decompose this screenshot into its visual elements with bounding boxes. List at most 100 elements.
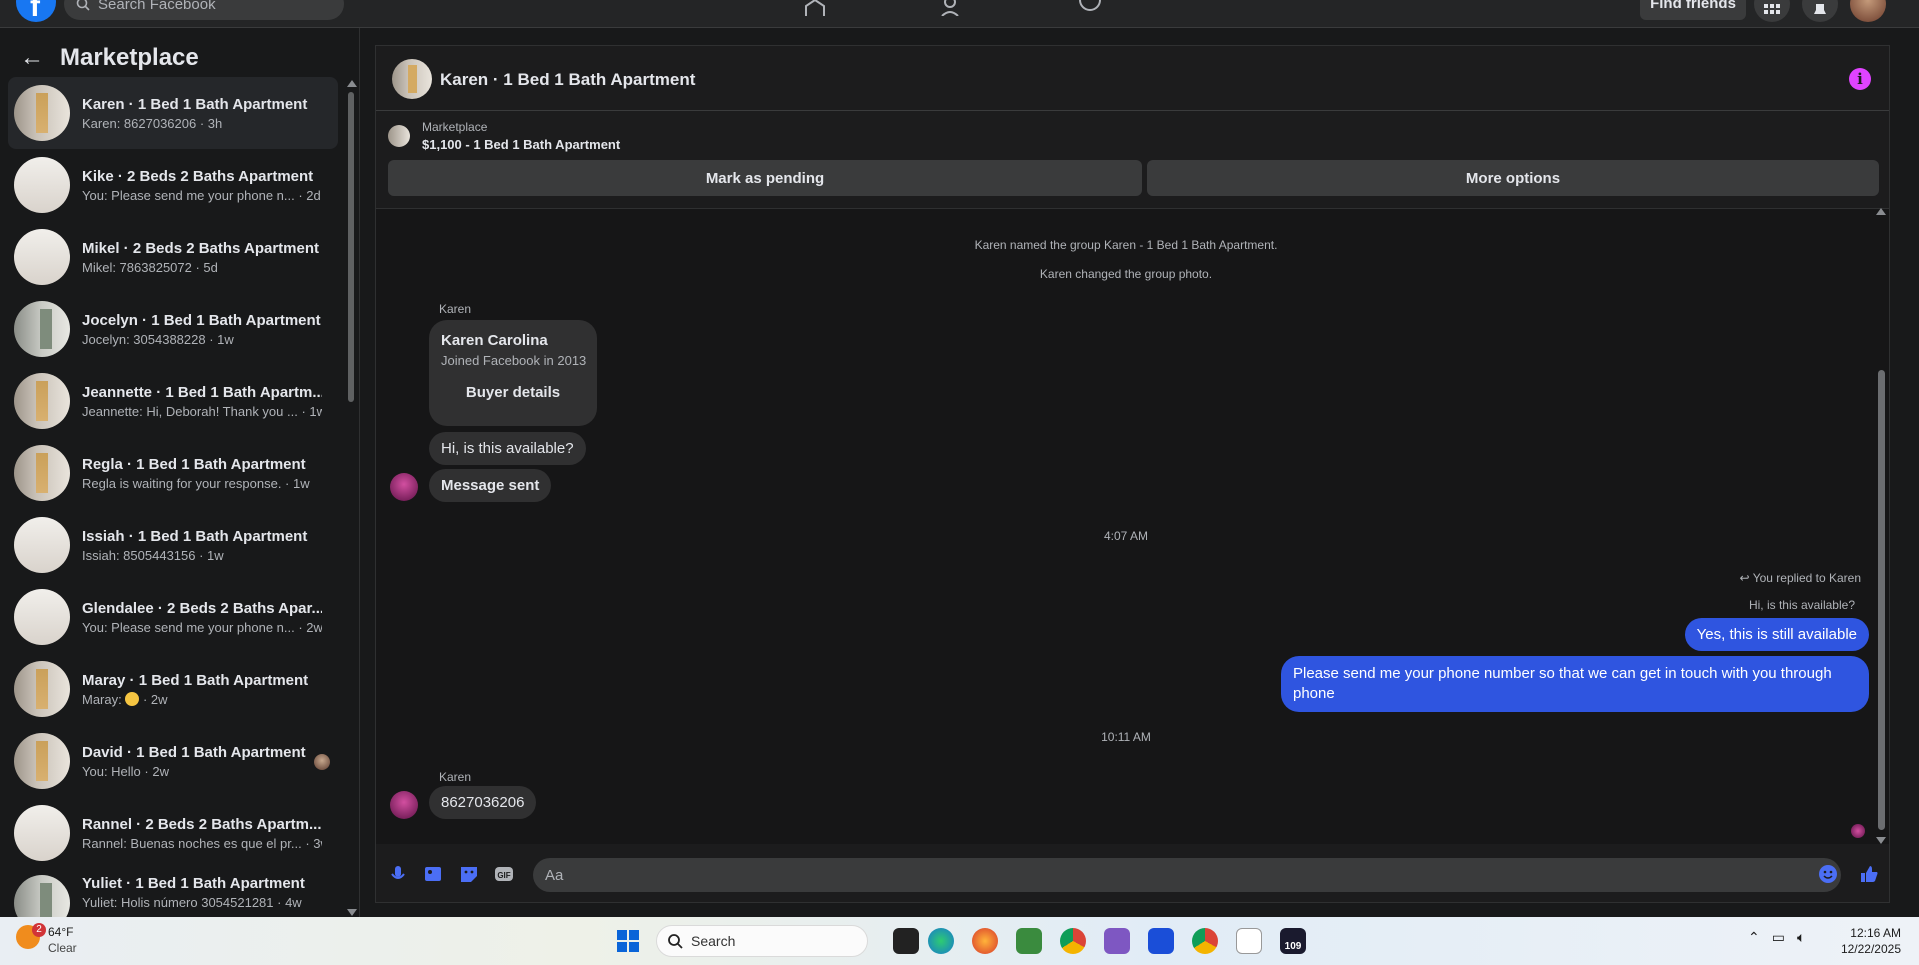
listing-title: $1,100 - 1 Bed 1 Bath Apartment: [422, 137, 621, 152]
scroll-down-icon[interactable]: [347, 909, 357, 916]
conversation-item-jeannette[interactable]: Jeannette · 1 Bed 1 Bath Apartm... Jeanne…: [8, 365, 338, 437]
conversation-item-jocelyn[interactable]: Jocelyn · 1 Bed 1 Bath Apartment Jocelyn:…: [8, 293, 338, 365]
taskbar-search[interactable]: Search: [656, 925, 868, 957]
emoji-icon: [125, 691, 140, 706]
conversation-preview: You: Hello · 2w: [82, 763, 169, 779]
conversation-item-david[interactable]: David · 1 Bed 1 Bath Apartment You: Hello…: [8, 725, 338, 797]
conversation-preview: Jeannette: Hi, Deborah! Thank you ... · …: [82, 403, 322, 419]
chrome-icon[interactable]: [1060, 928, 1086, 954]
buyer-details-button[interactable]: Buyer details: [429, 384, 597, 401]
scroll-up-icon[interactable]: [347, 80, 357, 87]
message-input[interactable]: Aa: [533, 858, 1841, 892]
conversation-preview: Yuliet: Holis número 3054521281 · 4w: [82, 895, 302, 910]
weather-sun-icon: 2: [16, 923, 46, 949]
info-icon[interactable]: i: [1849, 68, 1871, 90]
groups-icon[interactable]: [1077, 0, 1103, 14]
facebook-search-input[interactable]: Search Facebook: [64, 0, 344, 20]
clock[interactable]: 12:16 AM 12/22/2025: [1841, 925, 1901, 957]
search-icon: [668, 934, 683, 949]
security-shield-icon[interactable]: [1148, 928, 1174, 954]
windows-start-icon[interactable]: [617, 930, 639, 952]
task-view-icon[interactable]: [893, 928, 919, 954]
listing-label: Marketplace: [422, 120, 488, 134]
find-friends-button[interactable]: Find friends: [1640, 0, 1746, 20]
chat-scrollbar[interactable]: [1875, 208, 1887, 844]
listing-thumbnail: [14, 157, 70, 213]
timestamp: 4:07 AM: [1103, 529, 1149, 543]
chat-header: Karen · 1 Bed 1 Bath Apartment i: [376, 46, 1889, 111]
microphone-icon[interactable]: [388, 864, 408, 884]
volume-icon[interactable]: 🔈︎: [1797, 929, 1805, 946]
conversation-item-mikel[interactable]: Mikel · 2 Beds 2 Baths Apartment Mikel: 7…: [8, 221, 338, 293]
scrollbar-thumb[interactable]: [1878, 370, 1885, 830]
conversation-item-maray[interactable]: Maray · 1 Bed 1 Bath Apartment Maray: · 2…: [8, 653, 338, 725]
chat-avatar[interactable]: [392, 59, 432, 99]
notifications-bell-icon[interactable]: [1802, 0, 1838, 22]
screen: f Search Facebook Find friends ← Marketp…: [0, 0, 1919, 965]
buyer-profile-card: Karen Carolina Joined Facebook in 2013 B…: [429, 320, 597, 426]
replied-quote: Hi, is this available?: [1748, 598, 1855, 612]
chevron-up-icon[interactable]: ⌃: [1748, 929, 1760, 946]
message-thread: Karen named the group Karen - 1 Bed 1 Ba…: [376, 208, 1889, 844]
network-icon[interactable]: ▭: [1772, 929, 1785, 946]
conversation-item-rannel[interactable]: Rannel · 2 Beds 2 Baths Apartm... Rannel:…: [8, 797, 338, 869]
sidebar-scrollbar[interactable]: [347, 80, 357, 916]
conversation-preview: You: Please send me your phone n... · 2d: [82, 187, 321, 203]
conversation-item-kike[interactable]: Kike · 2 Beds 2 Baths Apartment You: Plea…: [8, 149, 338, 221]
notepad-plus-icon[interactable]: [1016, 928, 1042, 954]
mark-as-pending-button[interactable]: Mark as pending: [388, 160, 1142, 196]
system-message: Karen named the group Karen - 1 Bed 1 Ba…: [974, 238, 1278, 252]
buyer-joined-text: Joined Facebook in 2013: [441, 353, 587, 368]
weather-widget[interactable]: 2 64°F Clear: [16, 923, 77, 955]
thumbs-up-icon[interactable]: [1859, 864, 1879, 884]
scroll-up-icon[interactable]: [1876, 208, 1886, 215]
conversation-preview: Mikel: 7863825072 · 5d: [82, 259, 218, 275]
buyer-name: Karen Carolina: [441, 332, 548, 349]
reply-note: ↩ You replied to Karen: [1739, 571, 1861, 585]
snipping-tool-icon[interactable]: [1104, 928, 1130, 954]
chat-title[interactable]: Karen · 1 Bed 1 Bath Apartment: [440, 70, 695, 90]
home-icon[interactable]: [802, 0, 828, 16]
account-avatar[interactable]: [1850, 0, 1886, 22]
outgoing-message-bubble[interactable]: Yes, this is still available: [1684, 618, 1869, 651]
message-bubble[interactable]: Message sent: [429, 469, 552, 502]
photo-icon[interactable]: [423, 864, 443, 884]
conversation-item-issiah[interactable]: Issiah · 1 Bed 1 Bath Apartment Issiah: 8…: [8, 509, 338, 581]
arrow-left-icon[interactable]: ←: [20, 44, 44, 72]
listing-summary[interactable]: Marketplace $1,100 - 1 Bed 1 Bath Apartm…: [388, 120, 620, 152]
listing-thumbnail: [14, 661, 70, 717]
weather-condition: Clear: [48, 941, 77, 955]
sidebar-title: Marketplace: [60, 44, 199, 71]
sticker-icon[interactable]: [459, 864, 479, 884]
temperature: 64°F: [48, 925, 74, 939]
conversation-preview: Regla is waiting for your response. · 1w: [82, 475, 310, 491]
outgoing-message-bubble[interactable]: Please send me your phone number so that…: [1281, 656, 1869, 712]
sender-avatar[interactable]: [390, 473, 418, 501]
sender-avatar[interactable]: [390, 791, 418, 819]
conversation-preview: Maray: · 2w: [82, 691, 168, 707]
conversation-item-yuliet[interactable]: Yuliet · 1 Bed 1 Bath Apartment Yuliet: H…: [8, 869, 338, 919]
sender-name: Karen: [439, 770, 472, 784]
gif-icon[interactable]: GIF: [494, 864, 514, 884]
conversation-title: Jeannette · 1 Bed 1 Bath Apartm...: [82, 383, 322, 401]
file-icon[interactable]: [1236, 928, 1262, 954]
game-app-icon[interactable]: 109: [1280, 928, 1306, 954]
scrollbar-thumb[interactable]: [348, 92, 354, 402]
edge-browser-icon[interactable]: [928, 928, 954, 954]
message-bubble[interactable]: 8627036206: [429, 786, 537, 819]
conversation-item-regla[interactable]: Regla · 1 Bed 1 Bath Apartment Regla is w…: [8, 437, 338, 509]
friends-icon[interactable]: [940, 0, 966, 17]
scroll-down-icon[interactable]: [1876, 837, 1886, 844]
chrome-profile-icon[interactable]: [1192, 928, 1218, 954]
listing-thumbnail: [14, 229, 70, 285]
more-options-button[interactable]: More options: [1147, 160, 1879, 196]
conversation-item-karen[interactable]: Karen · 1 Bed 1 Bath Apartment Karen: 862…: [8, 77, 338, 149]
menu-grid-icon[interactable]: [1754, 0, 1790, 22]
emoji-icon[interactable]: [1818, 864, 1838, 884]
conversation-item-glendalee[interactable]: Glendalee · 2 Beds 2 Baths Apar... You: P…: [8, 581, 338, 653]
firefox-icon[interactable]: [972, 928, 998, 954]
system-tray: ⌃ ▭ 🔈︎: [1748, 929, 1805, 946]
message-bubble[interactable]: Hi, is this available?: [429, 432, 586, 465]
facebook-logo-icon[interactable]: f: [16, 0, 56, 23]
search-placeholder: Search Facebook: [98, 0, 216, 13]
